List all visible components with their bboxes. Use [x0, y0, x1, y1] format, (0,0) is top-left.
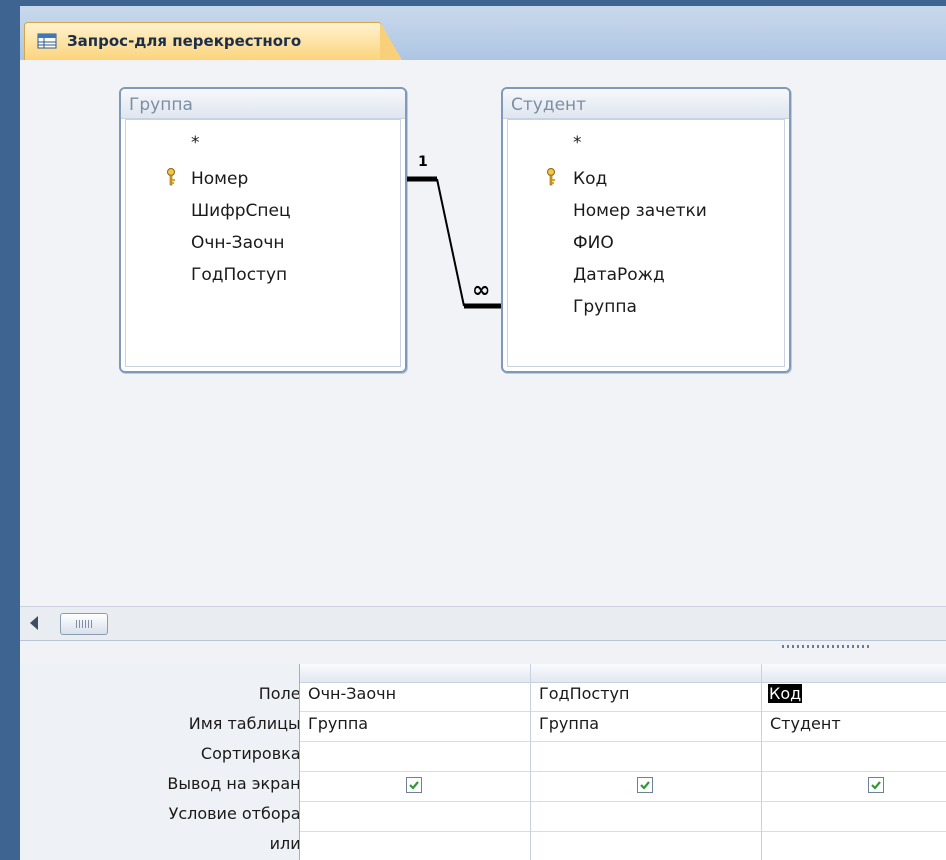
grid-column[interactable]: Очн-Заочн Группа — [300, 664, 531, 860]
pane-splitter[interactable] — [20, 640, 946, 665]
column-selector[interactable] — [762, 664, 946, 683]
show-checkbox[interactable] — [868, 777, 884, 793]
splitter-grip-icon — [782, 645, 870, 648]
show-checkbox[interactable] — [406, 777, 422, 793]
query-design-grid: Поле: Имя таблицы: Сортировка: Вывод на … — [20, 664, 946, 860]
tab-tail — [380, 22, 402, 60]
scroll-left-arrow-icon[interactable] — [30, 616, 38, 630]
checkmark-icon — [640, 781, 650, 790]
grid-cell-field[interactable]: Код — [768, 684, 803, 703]
grid-columns: Очн-Заочн Группа ГодПоступ Группа Код Ст… — [299, 664, 946, 860]
design-horizontal-scrollbar[interactable] — [20, 606, 946, 641]
grid-cell-table[interactable]: Группа — [308, 714, 368, 733]
query-tab[interactable]: Запрос-для перекрестного — [24, 22, 382, 60]
query-icon — [37, 33, 57, 49]
grid-cell-field[interactable]: ГодПоступ — [539, 684, 629, 703]
grid-row-label: Имя таблицы: — [188, 714, 306, 733]
relationship-line[interactable] — [20, 60, 946, 606]
grid-cell-field[interactable]: Очн-Заочн — [308, 684, 396, 703]
query-tab-label: Запрос-для перекрестного — [67, 32, 302, 50]
grid-row-label: Вывод на экран: — [167, 774, 306, 793]
column-selector[interactable] — [300, 664, 530, 683]
grid-cell-table[interactable]: Студент — [770, 714, 841, 733]
checkmark-icon — [871, 781, 881, 790]
column-selector[interactable] — [531, 664, 761, 683]
grid-row-label: Условие отбора: — [168, 804, 306, 823]
relationship-many-label: ∞ — [472, 278, 491, 303]
scrollbar-thumb[interactable] — [60, 613, 108, 635]
grid-row-label: Сортировка: — [200, 744, 306, 763]
grid-column[interactable]: ГодПоступ Группа — [531, 664, 762, 860]
show-checkbox[interactable] — [637, 777, 653, 793]
query-design-surface[interactable]: Группа * Номер ШифрСпец Очн-Заочн ГодПос… — [20, 60, 946, 606]
grid-column[interactable]: Код Студент — [762, 664, 946, 860]
checkmark-icon — [409, 781, 419, 790]
grip-icon — [76, 620, 92, 628]
grid-cell-table[interactable]: Группа — [539, 714, 599, 733]
document-tab-strip: Запрос-для перекрестного — [20, 6, 946, 61]
relationship-one-label: 1 — [418, 154, 428, 170]
